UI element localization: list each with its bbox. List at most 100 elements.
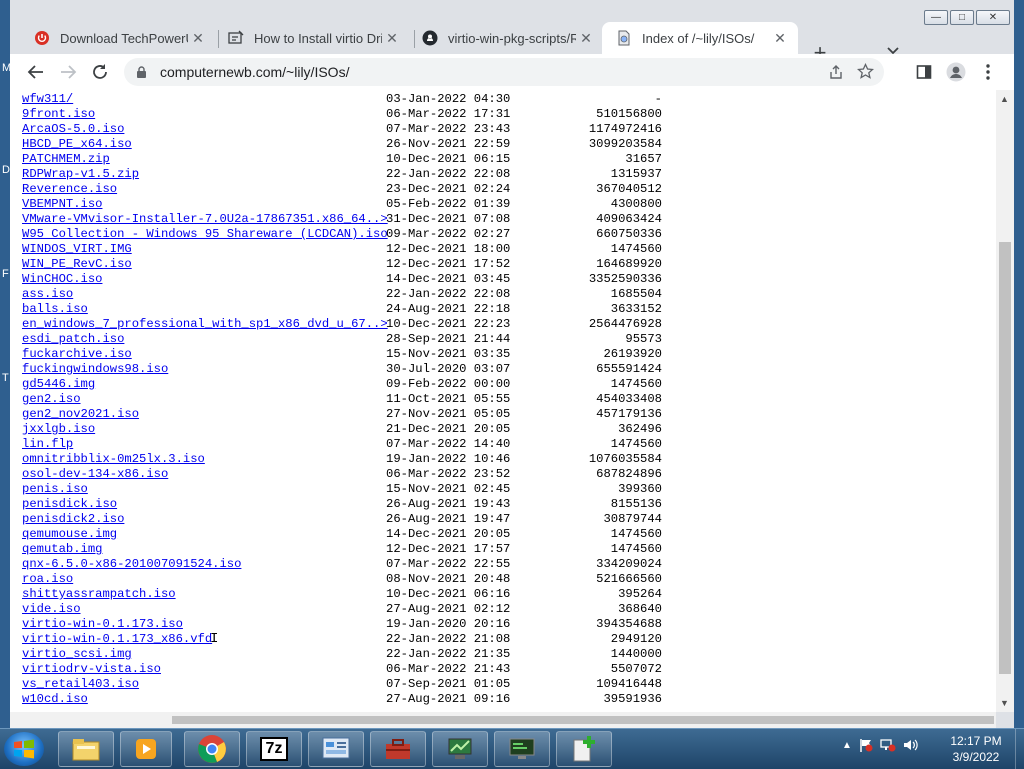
file-date: 07-Mar-2022 23:43 bbox=[386, 122, 511, 136]
file-link[interactable]: Reverence.iso bbox=[22, 182, 117, 197]
taskbar-chrome[interactable] bbox=[184, 731, 240, 767]
taskbar-network-app[interactable] bbox=[432, 731, 488, 767]
desktop-label: D bbox=[2, 164, 10, 176]
text-cursor-icon: I bbox=[210, 631, 219, 647]
file-link[interactable]: gd5446.img bbox=[22, 377, 95, 392]
file-link[interactable]: wfw311/ bbox=[22, 92, 73, 107]
vertical-scroll-thumb[interactable] bbox=[999, 242, 1011, 674]
menu-button[interactable] bbox=[976, 60, 1000, 84]
taskbar-explorer[interactable] bbox=[58, 731, 114, 767]
file-link[interactable]: osol-dev-134-x86.iso bbox=[22, 467, 168, 482]
file-link[interactable]: fuckingwindows98.iso bbox=[22, 362, 168, 377]
file-link[interactable]: VMware-VMvisor-Installer-7.0U2a-17867351… bbox=[22, 212, 388, 227]
file-link[interactable]: en_windows_7_professional_with_sp1_x86_d… bbox=[22, 317, 388, 332]
file-link[interactable]: omnitribblix-0m25lx.3.iso bbox=[22, 452, 205, 467]
file-date: 10-Dec-2021 22:23 bbox=[386, 317, 511, 331]
file-link[interactable]: fuckarchive.iso bbox=[22, 347, 132, 362]
share-icon[interactable] bbox=[828, 64, 844, 85]
file-link[interactable]: roa.iso bbox=[22, 572, 73, 587]
lock-icon[interactable] bbox=[134, 65, 148, 79]
horizontal-scrollbar[interactable] bbox=[10, 712, 996, 728]
file-link[interactable]: VBEMPNT.iso bbox=[22, 197, 102, 212]
clock-date: 3/9/2022 bbox=[952, 750, 1000, 764]
start-button[interactable] bbox=[4, 732, 44, 766]
file-link[interactable]: gen2.iso bbox=[22, 392, 81, 407]
file-date: 30-Jul-2020 03:07 bbox=[386, 362, 511, 376]
tab-techpowerup[interactable]: Download TechPowerUp ✕ bbox=[20, 22, 216, 54]
taskbar-monitor-app[interactable] bbox=[494, 731, 550, 767]
file-link[interactable]: esdi_patch.iso bbox=[22, 332, 124, 347]
tab-close-icon[interactable]: ✕ bbox=[770, 30, 790, 47]
file-size: 4300800 bbox=[610, 197, 662, 211]
file-link[interactable]: gen2_nov2021.iso bbox=[22, 407, 139, 422]
file-link[interactable]: penisdick.iso bbox=[22, 497, 117, 512]
file-link[interactable]: lin.flp bbox=[22, 437, 73, 452]
forward-button[interactable] bbox=[56, 60, 80, 84]
vertical-scrollbar[interactable]: ▲ ▼ bbox=[996, 90, 1014, 712]
action-center-flag-icon[interactable] bbox=[858, 737, 874, 753]
network-tray-icon[interactable] bbox=[880, 737, 896, 753]
taskbar-7zip[interactable]: 7z bbox=[246, 731, 302, 767]
back-button[interactable] bbox=[24, 60, 48, 84]
taskbar-control-panel[interactable] bbox=[308, 731, 364, 767]
tab-index-of-isos[interactable]: Index of /~lily/ISOs/ ✕ bbox=[602, 22, 798, 54]
file-link[interactable]: virtio_scsi.img bbox=[22, 647, 132, 662]
tab-close-icon[interactable]: ✕ bbox=[188, 30, 208, 47]
profile-button[interactable] bbox=[944, 60, 968, 84]
file-date: 06-Mar-2022 23:52 bbox=[386, 467, 511, 481]
file-link[interactable]: shittyassrampatch.iso bbox=[22, 587, 176, 602]
bookmark-star-icon[interactable] bbox=[856, 62, 875, 85]
tab-close-icon[interactable]: ✕ bbox=[576, 30, 596, 47]
url-text[interactable]: computernewb.com/~lily/ISOs/ bbox=[160, 64, 349, 80]
scroll-up-arrow-icon[interactable]: ▲ bbox=[1000, 94, 1009, 104]
taskbar-clock[interactable]: 12:17 PM 3/9/2022 bbox=[936, 733, 1016, 765]
file-link[interactable]: penis.iso bbox=[22, 482, 88, 497]
file-link[interactable]: RDPWrap-v1.5.zip bbox=[22, 167, 139, 182]
volume-icon[interactable] bbox=[902, 737, 918, 753]
file-date: 06-Mar-2022 17:31 bbox=[386, 107, 511, 121]
side-panel-button[interactable] bbox=[912, 60, 936, 84]
file-link[interactable]: ass.iso bbox=[22, 287, 73, 302]
file-link[interactable]: ArcaOS-5.0.iso bbox=[22, 122, 124, 137]
file-size: 30879744 bbox=[603, 512, 662, 526]
show-hidden-icons-icon[interactable]: ▲ bbox=[842, 740, 852, 751]
file-date: 09-Feb-2022 00:00 bbox=[386, 377, 511, 391]
file-link[interactable]: W95 Collection - Windows 95 Shareware (L… bbox=[22, 227, 388, 242]
show-desktop-button[interactable] bbox=[1015, 729, 1024, 769]
file-date: 11-Oct-2021 05:55 bbox=[386, 392, 511, 406]
file-link[interactable]: jxxlgb.iso bbox=[22, 422, 95, 437]
horizontal-scroll-thumb[interactable] bbox=[172, 716, 994, 724]
monitor-icon bbox=[509, 738, 535, 759]
file-link[interactable]: qemumouse.img bbox=[22, 527, 117, 542]
file-size: 394354688 bbox=[596, 617, 662, 631]
file-link[interactable]: vide.iso bbox=[22, 602, 81, 617]
reload-button[interactable] bbox=[88, 60, 112, 84]
file-link[interactable]: WINDOS_VIRT.IMG bbox=[22, 242, 132, 257]
file-link[interactable]: HBCD_PE_x64.iso bbox=[22, 137, 132, 152]
windows-taskbar: 7z ▲ 12:17 PM 3/9/2022 bbox=[0, 728, 1024, 769]
address-bar[interactable]: computernewb.com/~lily/ISOs/ bbox=[124, 58, 884, 86]
file-link[interactable]: qnx-6.5.0-x86-201007091524.iso bbox=[22, 557, 241, 572]
file-link[interactable]: vs_retail403.iso bbox=[22, 677, 139, 692]
scroll-down-arrow-icon[interactable]: ▼ bbox=[1000, 698, 1009, 708]
taskbar-new-file[interactable] bbox=[556, 731, 612, 767]
file-link[interactable]: virtio-win-0.1.173_x86.vfd bbox=[22, 632, 212, 647]
file-link[interactable]: virtiodrv-vista.iso bbox=[22, 662, 161, 677]
file-link[interactable]: WIN_PE_RevC.iso bbox=[22, 257, 132, 272]
file-link[interactable]: w10cd.iso bbox=[22, 692, 88, 707]
tab-virtio-drivers[interactable]: How to Install virtio Driv ✕ bbox=[214, 22, 410, 54]
file-link[interactable]: qemutab.img bbox=[22, 542, 102, 557]
taskbar-toolbox[interactable] bbox=[370, 731, 426, 767]
file-link[interactable]: 9front.iso bbox=[22, 107, 95, 122]
file-link[interactable]: penisdick2.iso bbox=[22, 512, 124, 527]
tab-close-icon[interactable]: ✕ bbox=[382, 30, 402, 47]
file-link[interactable]: PATCHMEM.zip bbox=[22, 152, 110, 167]
file-link[interactable]: virtio-win-0.1.173.iso bbox=[22, 617, 183, 632]
file-link[interactable]: balls.iso bbox=[22, 302, 88, 317]
file-link[interactable]: WinCHOC.iso bbox=[22, 272, 102, 287]
tab-github[interactable]: virtio-win-pkg-scripts/R ✕ bbox=[408, 22, 604, 54]
taskbar-media-player[interactable] bbox=[120, 731, 172, 767]
tab-title: How to Install virtio Driv bbox=[254, 30, 382, 46]
file-size: 3352590336 bbox=[588, 272, 662, 286]
file-size: 368640 bbox=[618, 602, 662, 616]
